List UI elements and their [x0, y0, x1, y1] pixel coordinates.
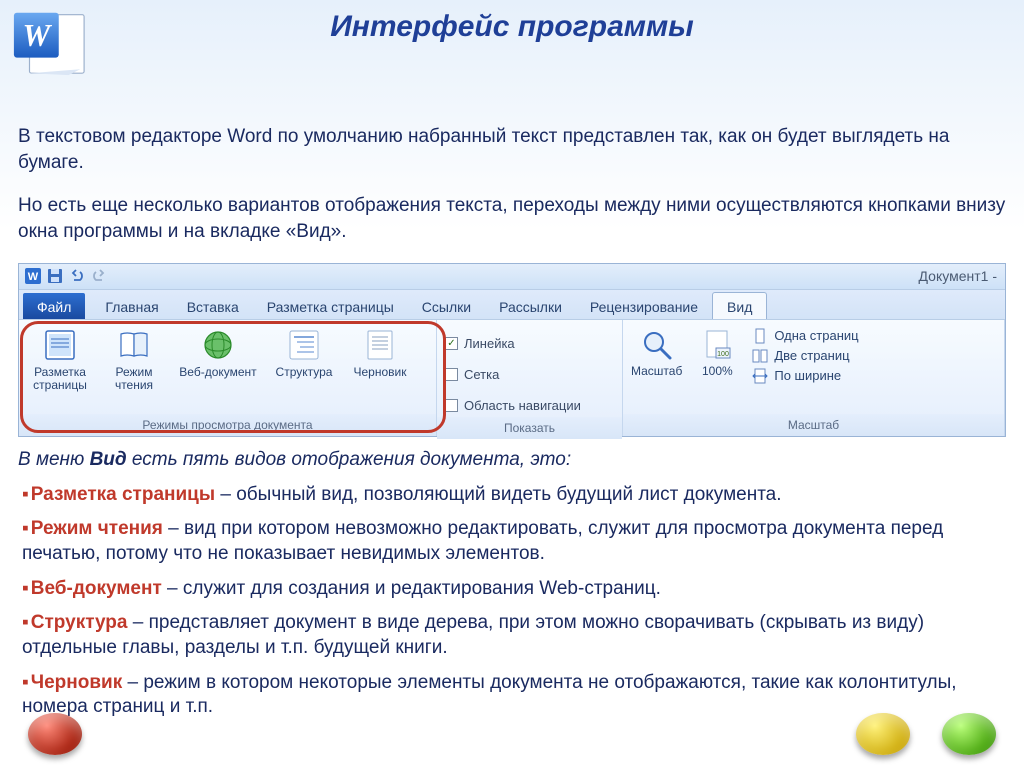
list-item: ▪Структура – представляет документ в вид… [22, 611, 1006, 660]
group-zoom-label: Масштаб [623, 414, 1004, 436]
outline-label: Структура [276, 366, 333, 380]
one-page-button[interactable]: Одна страниц [752, 328, 858, 344]
checkbox-navigation-label: Область навигации [464, 398, 581, 413]
tab-review[interactable]: Рецензирование [576, 293, 712, 319]
intro-paragraph-1: В текстовом редакторе Word по умолчанию … [18, 124, 1006, 175]
quick-access-toolbar: W Документ1 - [19, 264, 1005, 290]
undo-icon[interactable] [69, 268, 85, 284]
tab-home[interactable]: Главная [91, 293, 172, 319]
print-layout-label: Разметка страницы [33, 366, 87, 394]
checkbox-navigation-box [445, 399, 458, 412]
view-modes-list: ▪Разметка страницы – обычный вид, позвол… [18, 483, 1006, 721]
group-view-modes-label: Режимы просмотра документа [19, 414, 436, 436]
page-title: Интерфейс программы [0, 0, 1024, 44]
outline-icon [287, 328, 321, 362]
tab-file[interactable]: Файл [23, 293, 85, 319]
list-item: ▪Веб-документ – служит для создания и ре… [22, 577, 1006, 602]
one-page-label: Одна страниц [774, 328, 858, 343]
list-item: ▪Разметка страницы – обычный вид, позвол… [22, 483, 1006, 508]
two-pages-button[interactable]: Две страниц [752, 348, 858, 364]
word-ribbon: W Документ1 - Файл Главная Вставка Разме… [18, 263, 1006, 437]
intro-paragraph-2: Но есть еще несколько вариантов отображе… [18, 193, 1006, 244]
group-show: ✓ Линейка Сетка Область навигации Показа… [437, 320, 623, 436]
svg-text:W: W [28, 271, 39, 283]
two-pages-icon [752, 348, 768, 364]
group-zoom: Масштаб 100 100% Одна страниц [623, 320, 1005, 436]
draft-icon [363, 328, 397, 362]
reading-mode-label: Режим чтения [115, 366, 153, 394]
page-100-icon: 100 [700, 328, 734, 362]
tab-page-layout[interactable]: Разметка страницы [253, 293, 408, 319]
draft-label: Черновик [354, 366, 407, 380]
nav-buttons [0, 713, 1024, 755]
zoom-button[interactable]: Масштаб [631, 324, 682, 378]
outline-button[interactable]: Структура [269, 324, 339, 380]
subheading-suffix: есть пять видов отображения документа, э… [127, 449, 571, 470]
nav-button-green[interactable] [942, 713, 996, 755]
zoom-100-label: 100% [702, 364, 733, 378]
page-width-icon [752, 368, 768, 384]
page-width-button[interactable]: По ширине [752, 368, 858, 384]
svg-text:100: 100 [718, 351, 730, 358]
draft-button[interactable]: Черновик [347, 324, 413, 380]
ribbon-tabs: Файл Главная Вставка Разметка страницы С… [19, 290, 1005, 320]
page-width-label: По ширине [774, 368, 841, 383]
tab-view[interactable]: Вид [712, 292, 767, 319]
word-mini-icon: W [25, 268, 41, 284]
subheading-bold: Вид [90, 449, 127, 470]
one-page-icon [752, 328, 768, 344]
checkbox-grid[interactable]: Сетка [445, 367, 499, 382]
list-item: ▪Режим чтения – вид при котором невозмож… [22, 517, 1006, 566]
tab-mailings[interactable]: Рассылки [485, 293, 576, 319]
reading-mode-button[interactable]: Режим чтения [101, 324, 167, 394]
zoom-label: Масштаб [631, 364, 682, 378]
svg-text:W: W [22, 18, 52, 53]
two-pages-label: Две страниц [774, 348, 849, 363]
web-layout-label: Веб-документ [179, 366, 256, 380]
redo-icon[interactable] [91, 268, 107, 284]
save-icon[interactable] [47, 268, 63, 284]
checkbox-grid-box [445, 368, 458, 381]
web-layout-icon [201, 328, 235, 362]
checkbox-navigation[interactable]: Область навигации [445, 398, 581, 413]
group-show-label: Показать [437, 417, 622, 439]
word-app-logo: W [10, 6, 88, 78]
checkbox-grid-label: Сетка [464, 367, 499, 382]
nav-button-red[interactable] [28, 713, 82, 755]
print-layout-icon [43, 328, 77, 362]
checkbox-ruler[interactable]: ✓ Линейка [445, 336, 515, 351]
print-layout-button[interactable]: Разметка страницы [27, 324, 93, 394]
nav-button-yellow[interactable] [856, 713, 910, 755]
zoom-icon [640, 328, 674, 362]
document-title: Документ1 - [919, 268, 997, 284]
subheading-prefix: В меню [18, 449, 90, 470]
reading-mode-icon [117, 328, 151, 362]
checkbox-ruler-box: ✓ [445, 337, 458, 350]
zoom-100-button[interactable]: 100 100% [700, 324, 734, 378]
group-view-modes: Разметка страницы Режим чтения Веб-докум… [19, 320, 437, 436]
subheading: В меню Вид есть пять видов отображения д… [18, 449, 1006, 471]
checkbox-ruler-label: Линейка [464, 336, 515, 351]
tab-insert[interactable]: Вставка [173, 293, 253, 319]
web-layout-button[interactable]: Веб-документ [175, 324, 261, 380]
tab-links[interactable]: Ссылки [408, 293, 485, 319]
